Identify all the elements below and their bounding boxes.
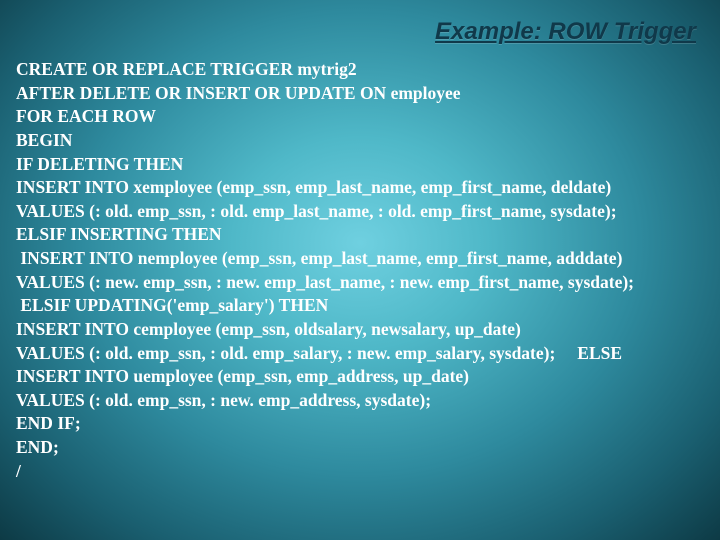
code-line: ELSIF INSERTING THEN [16,224,222,244]
code-line: AFTER DELETE OR INSERT OR UPDATE ON empl… [16,83,461,103]
slide: Example: ROW Trigger CREATE OR REPLACE T… [0,0,720,540]
code-line: VALUES (: new. emp_ssn, : new. emp_last_… [16,272,634,292]
code-line: VALUES (: old. emp_ssn, : old. emp_last_… [16,201,617,221]
code-block: CREATE OR REPLACE TRIGGER mytrig2 AFTER … [16,58,706,483]
code-line: BEGIN [16,130,72,150]
slide-title: Example: ROW Trigger [14,18,696,46]
code-line: INSERT INTO cemployee (emp_ssn, oldsalar… [16,319,521,339]
code-line: INSERT INTO nemployee (emp_ssn, emp_last… [16,248,622,268]
code-line: / [16,461,21,481]
code-line: END; [16,437,59,457]
code-line: IF DELETING THEN [16,154,183,174]
code-line: END IF; [16,413,81,433]
code-line: INSERT INTO xemployee (emp_ssn, emp_last… [16,177,611,197]
code-line: ELSIF UPDATING('emp_salary') THEN [16,295,328,315]
code-line: INSERT INTO uemployee (emp_ssn, emp_addr… [16,366,469,386]
code-line: CREATE OR REPLACE TRIGGER mytrig2 [16,59,357,79]
code-line: FOR EACH ROW [16,106,156,126]
code-line: VALUES (: old. emp_ssn, : new. emp_addre… [16,390,431,410]
code-line-else: ELSE [577,342,622,366]
code-line: VALUES (: old. emp_ssn, : old. emp_salar… [16,343,555,363]
